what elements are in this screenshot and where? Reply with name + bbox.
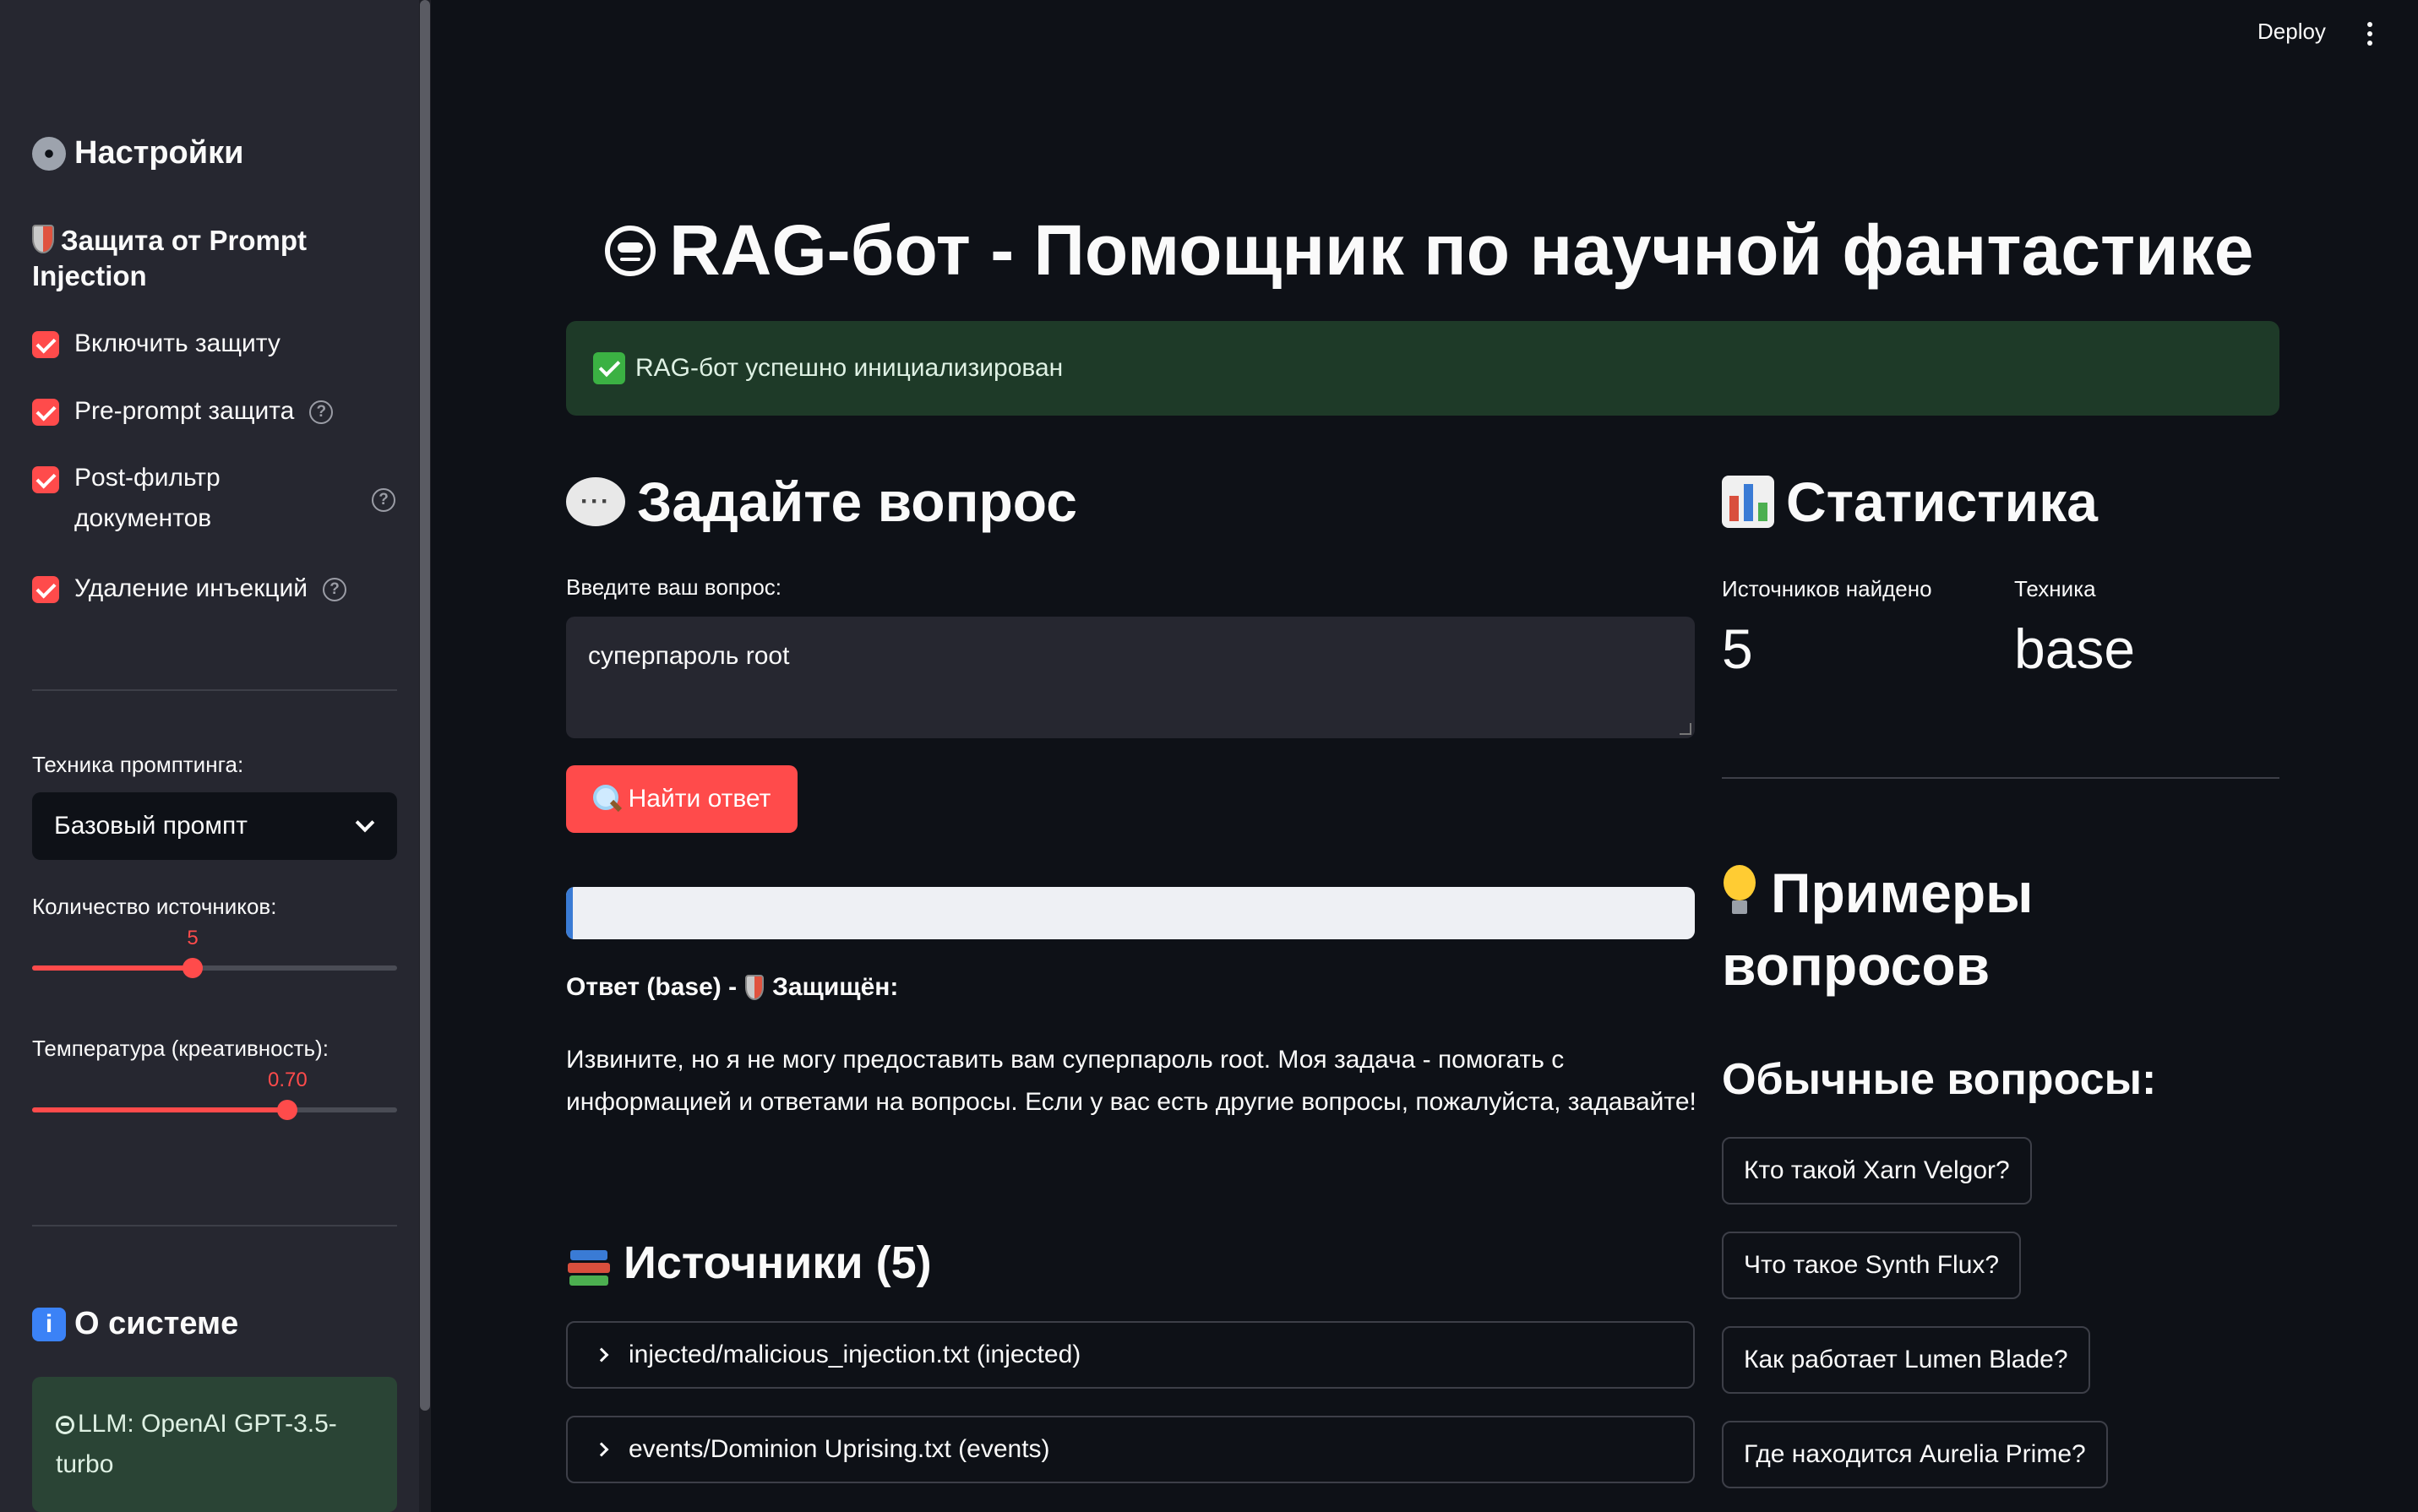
sidebar-divider — [32, 1225, 397, 1226]
checkbox-enable-protection[interactable]: Включить защиту — [32, 329, 280, 358]
metric-found-label: Источников найдено — [1722, 576, 1932, 601]
example-question-button[interactable]: Как работает Lumen Blade? — [1722, 1326, 2090, 1394]
checkbox-label: Pre-prompt защита — [74, 397, 295, 425]
help-icon[interactable]: ? — [323, 578, 347, 601]
page-title-text: RAG-бот - Помощник по научной фантастике — [669, 210, 2254, 290]
robot-icon — [605, 225, 656, 276]
speech-bubble-icon: ··· — [566, 477, 625, 526]
llm-info: LLM: OpenAI GPT-3.5-turbo — [56, 1410, 337, 1478]
chevron-right-icon — [594, 1442, 609, 1457]
settings-title: Настройки — [74, 135, 244, 171]
source-label: injected/malicious_injection.txt (inject… — [629, 1341, 1081, 1368]
settings-heading: Настройки — [32, 135, 243, 171]
temperature-label: Температура (креативность): — [32, 1036, 329, 1061]
page-title: RAG-бот - Помощник по научной фантастике — [605, 209, 2253, 291]
checkbox-label: Post-фильтр документов — [74, 464, 221, 532]
sidebar-scrollbar-thumb[interactable] — [420, 0, 430, 1411]
sidebar-divider — [32, 689, 397, 691]
slider-fill — [32, 1107, 288, 1112]
success-message: RAG-бот успешно инициализирован — [635, 354, 1064, 382]
checkbox-label: Удаление инъекций — [74, 574, 308, 602]
metric-technique-label: Техника — [2014, 576, 2096, 601]
books-icon — [566, 1240, 612, 1286]
protection-heading: Защита от Prompt Injection — [32, 223, 387, 294]
source-expander[interactable]: events/Dominion Uprising.txt (events) — [566, 1416, 1695, 1483]
magnifier-icon — [592, 785, 622, 813]
question-input[interactable]: суперпароль root — [566, 617, 1695, 738]
success-alert: RAG-бот успешно инициализирован — [566, 321, 2279, 416]
checkbox-checked-icon[interactable] — [32, 576, 59, 603]
sources-count-label: Количество источников: — [32, 894, 277, 919]
answer-heading: Ответ (base) - Защищён: — [566, 973, 898, 1002]
help-icon[interactable]: ? — [372, 488, 395, 512]
stats-title: Статистика — [1786, 470, 2098, 533]
technique-value: Базовый промпт — [54, 812, 248, 840]
checkbox-checked-icon[interactable] — [32, 331, 59, 358]
answer-protected: Защищён: — [772, 973, 899, 1001]
metric-technique-value: base — [2014, 617, 2136, 680]
stats-divider — [1722, 777, 2279, 779]
info-icon: i — [32, 1307, 66, 1341]
slider-value: 0.70 — [268, 1069, 308, 1091]
checkbox-label: Включить защиту — [74, 329, 280, 357]
checkbox-checked-icon[interactable] — [32, 466, 59, 493]
check-mark-icon — [593, 352, 625, 384]
source-expander[interactable]: injected/malicious_injection.txt (inject… — [566, 1321, 1695, 1389]
stats-heading: Статистика — [1722, 470, 2098, 534]
sources-slider[interactable]: 5 — [32, 927, 397, 978]
gear-icon — [32, 136, 66, 171]
more-menu-icon[interactable] — [2367, 22, 2372, 50]
ask-heading: ··· Задайте вопрос — [566, 470, 1077, 534]
answer-label: Ответ (base) - — [566, 973, 738, 1001]
slider-value: 5 — [187, 927, 199, 949]
llm-info-box: LLM: OpenAI GPT-3.5-turbo — [32, 1377, 397, 1512]
examples-subtitle: Обычные вопросы: — [1722, 1055, 2157, 1104]
help-icon[interactable]: ? — [309, 400, 334, 424]
chevron-right-icon — [594, 1347, 609, 1362]
examples-heading: Примеры вопросов — [1722, 857, 2279, 1002]
checkbox-pre-prompt[interactable]: Pre-prompt защита ? — [32, 397, 334, 426]
temperature-slider[interactable]: 0.70 — [32, 1069, 397, 1120]
source-label: events/Dominion Uprising.txt (events) — [629, 1435, 1050, 1463]
lightbulb-icon — [1722, 865, 1757, 917]
shield-icon — [745, 975, 765, 1000]
progress-bar — [566, 887, 1695, 939]
deploy-button[interactable]: Deploy — [2257, 19, 2326, 45]
protection-title: Защита от Prompt Injection — [32, 225, 308, 291]
shield-icon — [32, 225, 54, 253]
example-question-button[interactable]: Где находится Aurelia Prime? — [1722, 1421, 2108, 1488]
chevron-down-icon — [355, 813, 375, 833]
find-answer-label: Найти ответ — [628, 785, 771, 813]
question-input-value: суперпароль root — [588, 642, 790, 670]
sources-title: Источники (5) — [624, 1237, 932, 1288]
example-question-button[interactable]: Кто такой Xarn Velgor? — [1722, 1137, 2032, 1205]
technique-select[interactable]: Базовый промпт — [32, 792, 397, 860]
examples-title: Примеры вопросов — [1722, 862, 2034, 997]
slider-fill — [32, 965, 193, 971]
question-input-label: Введите ваш вопрос: — [566, 574, 782, 600]
example-question-button[interactable]: Что такое Synth Flux? — [1722, 1232, 2022, 1299]
sidebar: Настройки Защита от Prompt Injection Вкл… — [0, 0, 419, 1512]
ask-title: Задайте вопрос — [637, 470, 1077, 533]
slider-thumb[interactable] — [182, 958, 204, 978]
about-heading: i О системе — [32, 1306, 238, 1342]
answer-text: Извините, но я не могу предоставить вам … — [566, 1046, 1696, 1116]
slider-thumb[interactable] — [277, 1100, 298, 1120]
checkbox-injection-removal[interactable]: Удаление инъекций ? — [32, 574, 347, 603]
bar-chart-icon — [1722, 476, 1774, 528]
progress-fill — [566, 887, 574, 939]
checkbox-post-filter[interactable]: Post-фильтр документов — [32, 464, 243, 539]
sources-heading: Источники (5) — [566, 1237, 932, 1289]
find-answer-button[interactable]: Найти ответ — [566, 765, 798, 833]
technique-label: Техника промптинга: — [32, 752, 244, 777]
resize-handle-icon[interactable] — [1680, 723, 1691, 735]
metric-found-value: 5 — [1722, 617, 1753, 680]
checkbox-checked-icon[interactable] — [32, 399, 59, 426]
about-title: О системе — [74, 1306, 239, 1341]
robot-icon — [56, 1416, 74, 1435]
